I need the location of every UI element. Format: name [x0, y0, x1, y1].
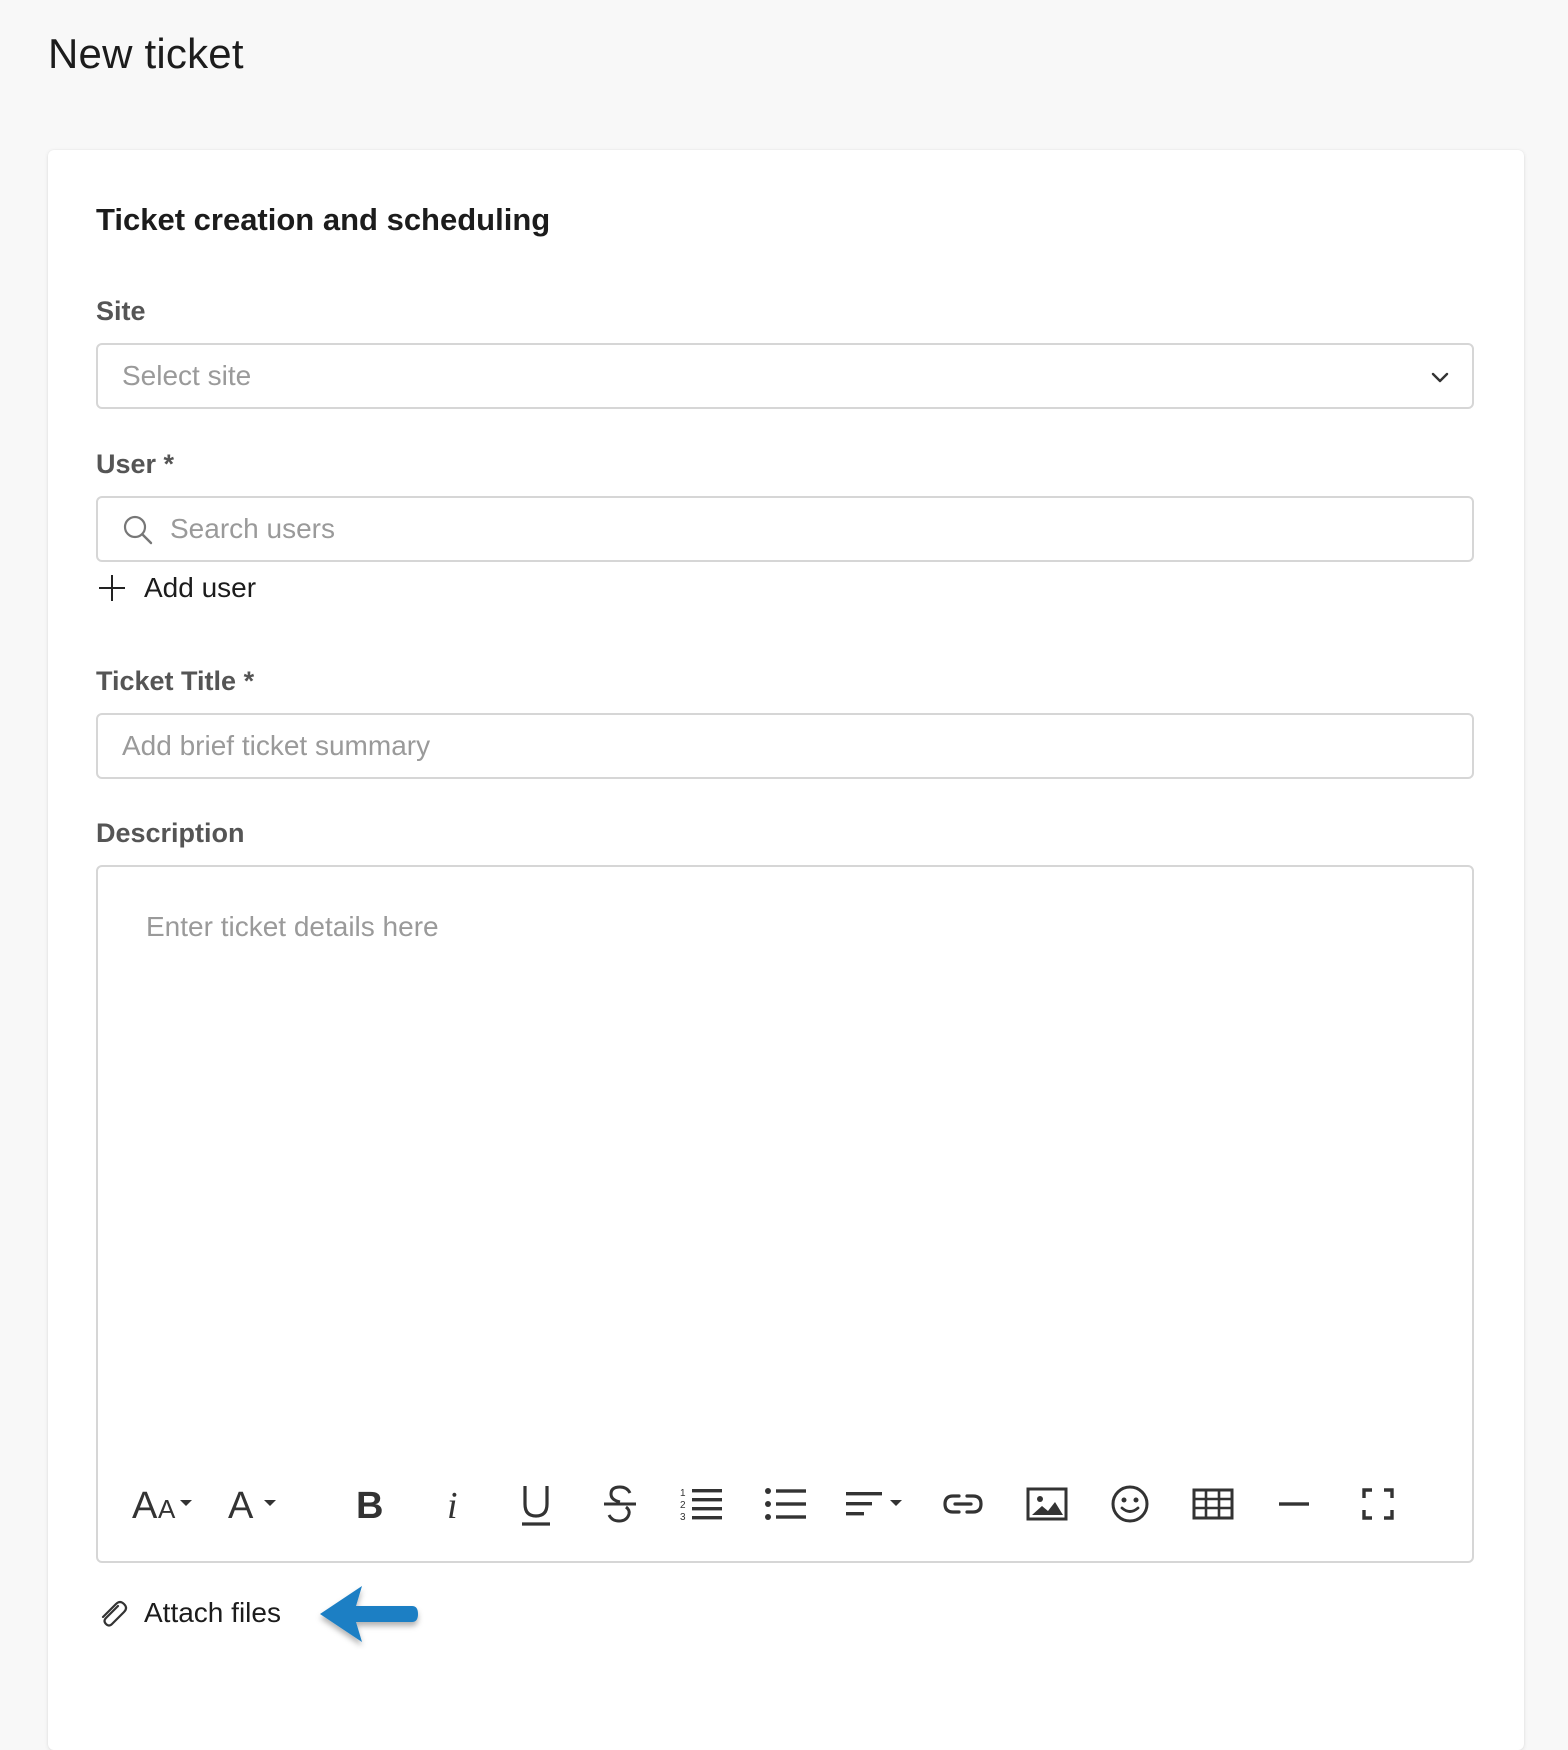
fullscreen-button[interactable] — [1358, 1479, 1398, 1529]
font-color-button[interactable]: A — [228, 1479, 284, 1529]
emoji-icon — [1111, 1485, 1149, 1523]
bold-button[interactable]: B — [350, 1479, 390, 1529]
site-select-placeholder: Select site — [122, 360, 252, 391]
ticket-title-label: Ticket Title * — [96, 666, 255, 696]
search-icon — [123, 515, 153, 545]
svg-text:i: i — [447, 1485, 458, 1526]
svg-text:A: A — [228, 1485, 254, 1526]
svg-text:2: 2 — [680, 1500, 686, 1511]
align-button[interactable] — [842, 1479, 912, 1529]
font-color-icon: A — [228, 1485, 276, 1526]
callout-arrow-icon — [320, 1586, 418, 1642]
svg-text:A: A — [132, 1485, 158, 1526]
description-textarea[interactable] — [146, 911, 1424, 1431]
chevron-down-icon — [1431, 372, 1449, 383]
site-select[interactable]: Select site — [96, 343, 1474, 409]
insert-image-button[interactable] — [1024, 1479, 1070, 1529]
page-title: New ticket — [48, 30, 244, 77]
user-search-field — [96, 496, 1474, 562]
underline-button[interactable] — [514, 1479, 558, 1529]
fullscreen-icon — [1362, 1488, 1394, 1520]
unordered-list-icon — [765, 1488, 806, 1520]
svg-text:A: A — [158, 1494, 176, 1524]
paperclip-icon — [101, 1600, 128, 1627]
font-size-button[interactable]: A A — [132, 1479, 198, 1529]
editor-toolbar: A A A B i 1 2 3 — [98, 1451, 1472, 1561]
add-user-label: Add user — [144, 572, 257, 603]
add-user-button[interactable]: Add user — [96, 572, 256, 604]
site-label: Site — [96, 296, 146, 326]
strikethrough-button[interactable] — [598, 1479, 642, 1529]
attach-files-button[interactable]: Attach files — [96, 1597, 281, 1629]
search-users-input[interactable] — [170, 498, 1448, 560]
description-label: Description — [96, 818, 245, 848]
link-icon — [943, 1494, 983, 1514]
ticket-title-field — [96, 713, 1474, 779]
italic-button[interactable]: i — [434, 1479, 474, 1529]
ticket-title-input[interactable] — [122, 715, 1448, 777]
align-icon — [846, 1492, 902, 1516]
table-button[interactable] — [1190, 1479, 1236, 1529]
ordered-list-button[interactable]: 1 2 3 — [678, 1479, 726, 1529]
bold-icon: B — [356, 1485, 383, 1526]
emoji-button[interactable] — [1108, 1479, 1152, 1529]
image-icon — [1026, 1487, 1068, 1521]
svg-text:3: 3 — [680, 1512, 686, 1522]
svg-text:1: 1 — [680, 1488, 686, 1499]
description-editor: A A A B i — [96, 865, 1474, 1563]
ordered-list-icon: 1 2 3 — [680, 1488, 722, 1522]
svg-text:B: B — [356, 1485, 383, 1526]
underline-icon — [522, 1486, 550, 1526]
unordered-list-button[interactable] — [762, 1479, 810, 1529]
ticket-form-card: Ticket creation and scheduling Site Sele… — [48, 150, 1524, 1750]
horizontal-rule-button[interactable] — [1274, 1479, 1314, 1529]
attach-files-label: Attach files — [144, 1597, 281, 1628]
table-icon — [1192, 1488, 1234, 1520]
section-title: Ticket creation and scheduling — [96, 202, 551, 237]
strikethrough-icon — [604, 1485, 636, 1523]
link-button[interactable] — [940, 1479, 986, 1529]
italic-icon: i — [447, 1485, 458, 1526]
user-label: User * — [96, 449, 175, 479]
font-size-icon: A A — [132, 1485, 192, 1526]
plus-icon — [99, 575, 125, 601]
horizontal-rule-icon — [1279, 1502, 1309, 1506]
